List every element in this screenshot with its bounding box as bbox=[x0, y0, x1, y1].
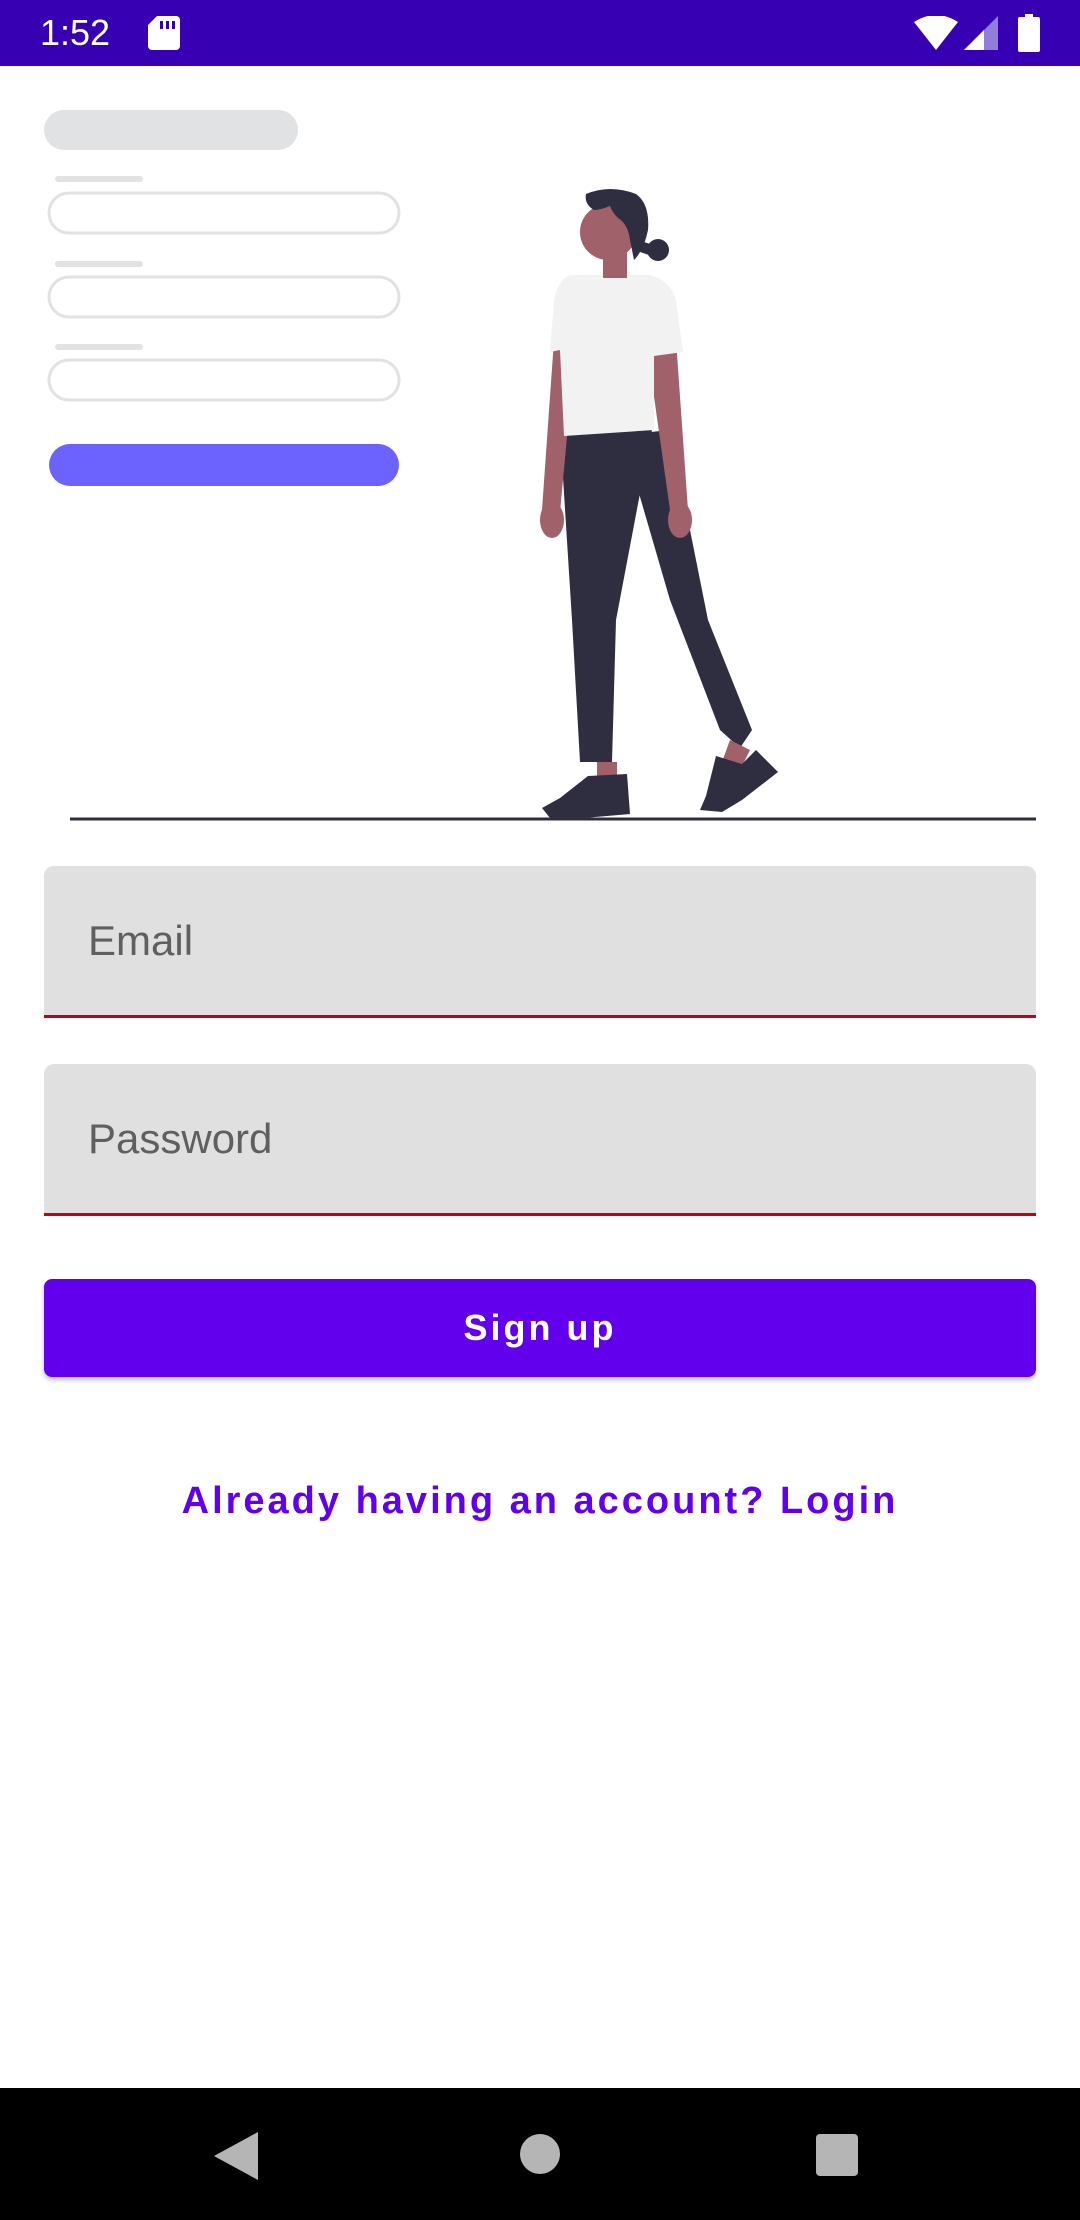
status-bar: 1:52 bbox=[0, 0, 1080, 66]
illustration-form-field bbox=[47, 358, 401, 402]
illustration-form-label bbox=[55, 261, 143, 267]
recents-icon[interactable] bbox=[816, 2134, 858, 2176]
signup-screen: 1:52 Email Sign up Already having an acc… bbox=[0, 0, 1080, 2220]
illustration-form-field bbox=[47, 275, 401, 319]
login-link[interactable]: Already having an account? Login bbox=[0, 1480, 1080, 1523]
illustration-form-title bbox=[44, 110, 298, 150]
cellular-signal-icon bbox=[964, 16, 998, 50]
email-field[interactable] bbox=[44, 866, 1036, 1018]
password-field[interactable] bbox=[44, 1064, 1036, 1216]
illustration-person bbox=[540, 189, 778, 818]
sign-up-button[interactable]: Sign up bbox=[44, 1279, 1036, 1377]
sd-card-icon bbox=[148, 16, 180, 50]
navigation-bar bbox=[0, 2088, 1080, 2220]
illustration-form-button bbox=[49, 444, 399, 486]
battery-icon bbox=[1018, 14, 1040, 52]
illustration-form-label bbox=[55, 344, 143, 350]
illustration-form-field bbox=[47, 191, 401, 235]
wifi-icon bbox=[914, 16, 958, 50]
signup-illustration bbox=[44, 110, 1036, 821]
back-icon[interactable] bbox=[214, 2132, 258, 2180]
home-icon[interactable] bbox=[520, 2134, 560, 2174]
status-time: 1:52 bbox=[40, 12, 111, 53]
email-input[interactable] bbox=[88, 866, 988, 1015]
password-input[interactable] bbox=[88, 1064, 988, 1213]
illustration-form-label bbox=[55, 176, 143, 182]
